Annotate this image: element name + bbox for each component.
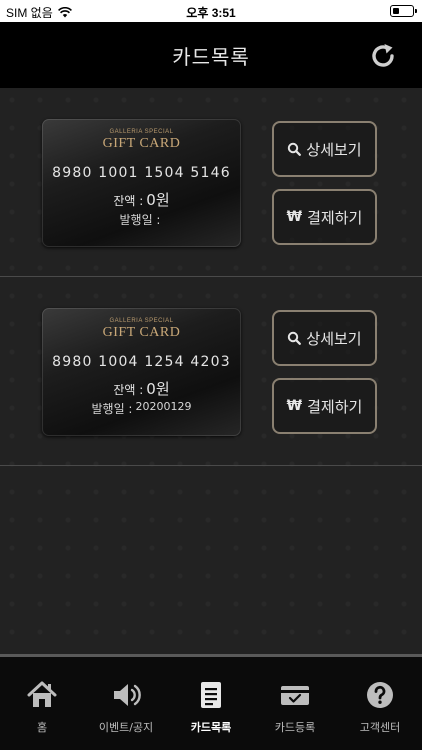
card-row: GALLERIA SPECIAL GIFT CARD 8980 1001 150… [0,88,422,276]
divider [0,276,422,277]
card-list: GALLERIA SPECIAL GIFT CARD 8980 1001 150… [0,88,422,654]
list-icon [201,682,221,708]
search-icon [288,331,302,345]
balance-value: 0원 [146,191,170,209]
speaker-icon [114,684,141,706]
tab-bar: 홈 이벤트/공지 카드목록 카드등록 고객센터 [0,654,422,750]
battery-icon [390,5,417,17]
status-time: 오후 3:51 [186,6,236,20]
tab-label: 홈 [36,721,48,734]
card-row: GALLERIA SPECIAL GIFT CARD 8980 1004 125… [0,278,422,466]
card-brand-small: GALLERIA SPECIAL [109,129,174,135]
tab-card-list[interactable]: 카드목록 [169,657,253,750]
tab-home[interactable]: 홈 [0,657,84,750]
card-brand-big: GIFT CARD [102,325,181,340]
tab-events[interactable]: 이벤트/공지 [84,657,168,750]
pay-button[interactable]: ₩ 결제하기 [272,378,377,434]
card-register-icon [281,686,309,705]
balance-label: 잔액 : [113,194,144,208]
detail-button-label: 상세보기 [306,140,362,159]
issue-line: 발행일 : 20200129 [42,400,241,417]
divider [0,465,422,466]
card-number: 8980 1004 1254 4203 [52,354,231,370]
gift-card[interactable]: GALLERIA SPECIAL GIFT CARD 8980 1001 150… [42,119,241,247]
card-number: 8980 1001 1504 5146 [52,165,231,181]
pay-button[interactable]: ₩ 결제하기 [272,189,377,245]
balance-line: 잔액 : 0원 [42,189,241,210]
won-icon: ₩ [286,398,303,414]
status-right [390,5,417,17]
detail-button-label: 상세보기 [306,329,362,348]
tab-label: 카드목록 [190,721,232,734]
status-bar: SIM 없음 오후 3:51 [0,0,422,22]
balance-line: 잔액 : 0원 [42,378,241,399]
card-brand-big: GIFT CARD [102,136,181,151]
pay-button-label: 결제하기 [307,208,363,227]
tab-card-register[interactable]: 카드등록 [253,657,337,750]
pay-button-label: 결제하기 [307,397,363,416]
home-icon [27,681,57,707]
balance-label: 잔액 : [113,383,144,397]
page-title: 카드목록 [172,44,250,69]
refresh-icon[interactable] [368,41,398,71]
tab-label: 이벤트/공지 [98,721,154,734]
help-icon [367,682,393,708]
issue-label: 발행일 : [91,402,133,416]
issue-label: 발행일 : [119,213,161,227]
balance-value: 0원 [146,380,170,398]
search-icon [288,142,302,156]
tab-label: 카드등록 [274,721,316,734]
gift-card[interactable]: GALLERIA SPECIAL GIFT CARD 8980 1004 125… [42,308,241,436]
detail-button[interactable]: 상세보기 [272,310,377,366]
issue-line: 발행일 : [42,211,241,228]
tab-label: 고객센터 [359,721,401,734]
header: 카드목록 [0,22,422,88]
detail-button[interactable]: 상세보기 [272,121,377,177]
card-brand-small: GALLERIA SPECIAL [109,318,174,324]
issue-date: 20200129 [135,400,192,413]
tab-customer-center[interactable]: 고객센터 [338,657,422,750]
won-icon: ₩ [286,209,303,225]
